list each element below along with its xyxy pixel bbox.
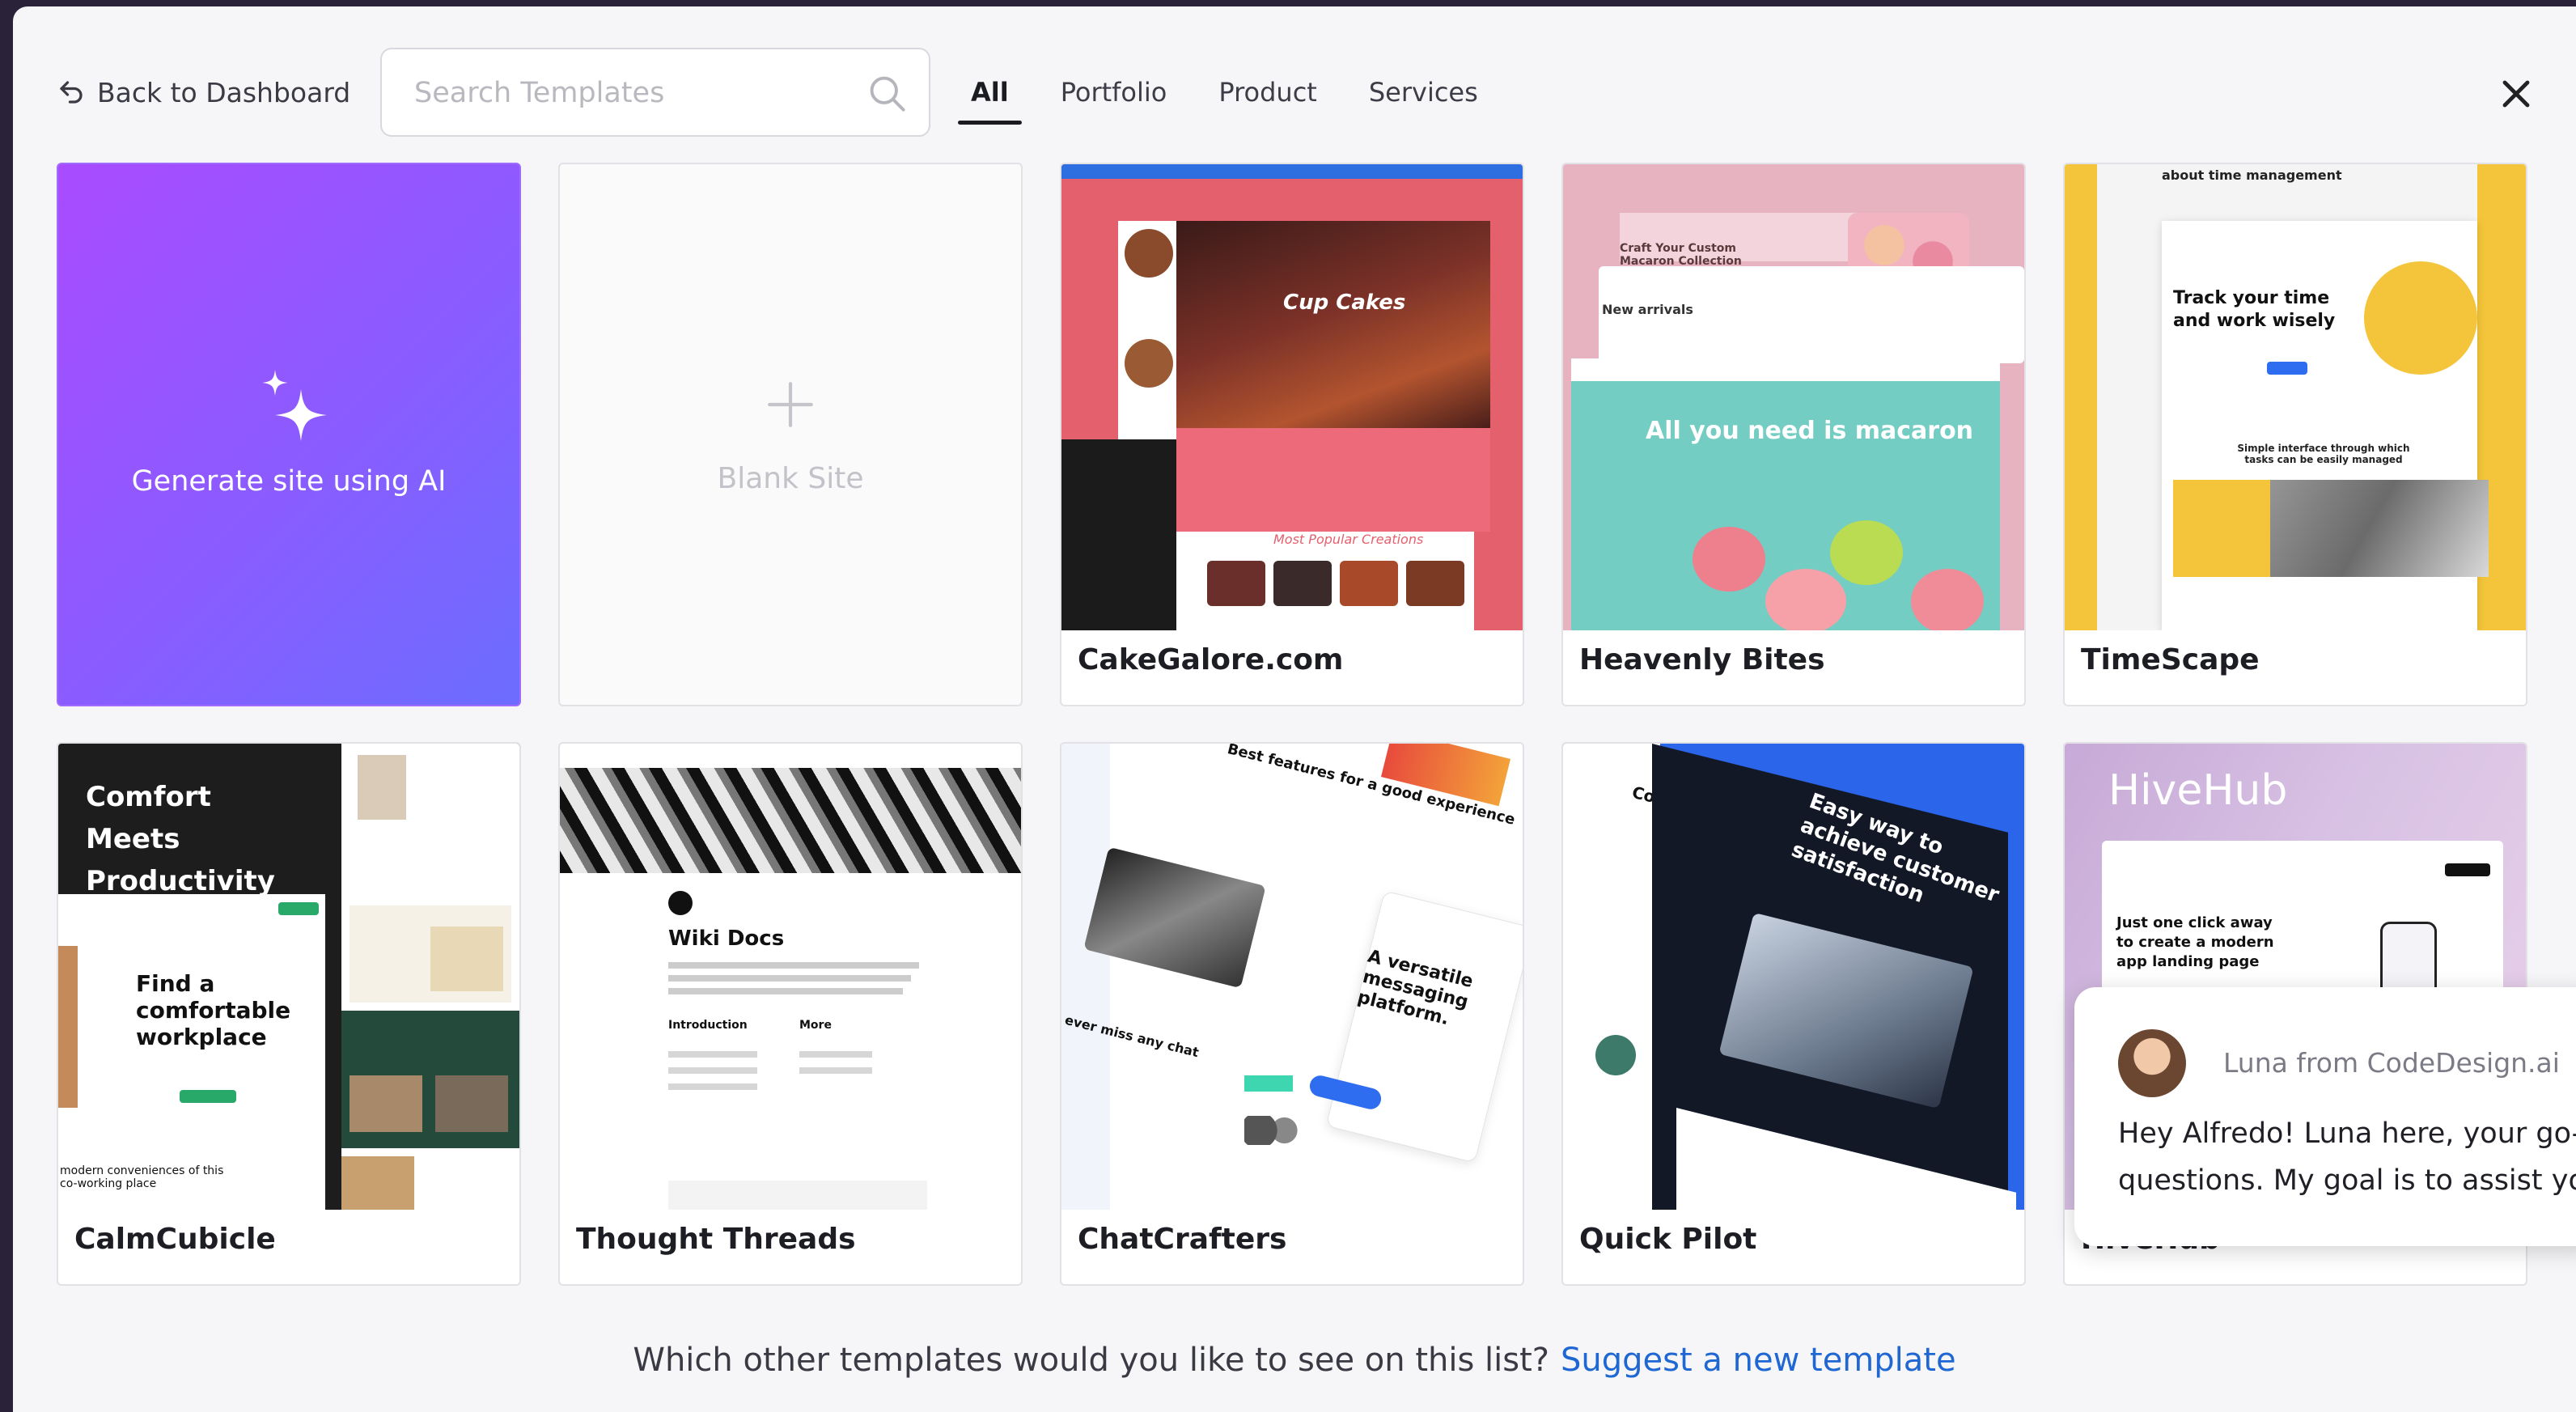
footer-question: Which other templates would you like to … (633, 1342, 1550, 1379)
chat-sender: Luna from CodeDesign.ai (2223, 1047, 2560, 1079)
thumb-caption: about time management (2162, 167, 2342, 183)
template-card-heavenly-bites[interactable]: Craft Your Custom Macaron Collection New… (1561, 163, 2026, 706)
template-picker-modal: Back to Dashboard All Portfolio Product … (13, 6, 2576, 1412)
back-to-dashboard-button[interactable]: Back to Dashboard (57, 68, 350, 117)
template-card-thought-threads[interactable]: Wiki Docs Introduction More Thought Thre… (558, 742, 1023, 1286)
template-thumbnail: Comfort Meets Productivity Find a comfor… (58, 744, 519, 1210)
template-name: CalmCubicle (74, 1223, 276, 1256)
thumb-subheading: Most Popular Creations (1273, 532, 1424, 547)
tab-services[interactable]: Services (1343, 60, 1504, 125)
search-icon (870, 76, 905, 112)
blank-site-card[interactable]: Blank Site (558, 163, 1023, 706)
template-name: TimeScape (2081, 643, 2260, 676)
chat-message-line-2: questions. My goal is to assist you (2118, 1164, 2576, 1197)
thumb-heading-2: All you need is macaron (1646, 417, 1974, 445)
sparkles-icon (262, 370, 327, 441)
generate-ai-card[interactable]: Generate site using AI (57, 163, 521, 706)
close-icon[interactable] (2497, 74, 2536, 113)
template-toolbar: Back to Dashboard All Portfolio Product … (13, 6, 2576, 160)
avatar (2118, 1029, 2186, 1097)
thumb-section-2: More (799, 1019, 832, 1032)
chat-message-line-1: Hey Alfredo! Luna here, your go-to (2118, 1117, 2576, 1150)
template-thumbnail: Contact us Easy way to achieve customer … (1563, 744, 2024, 1210)
template-name: Thought Threads (576, 1223, 856, 1256)
template-name: CakeGalore.com (1078, 643, 1344, 676)
template-card-cakegalore[interactable]: Cup Cakes Most Popular Creations CakeGal… (1060, 163, 1524, 706)
template-card-calmcubicle[interactable]: Comfort Meets Productivity Find a comfor… (57, 742, 521, 1286)
template-name: Quick Pilot (1579, 1223, 1757, 1256)
suggest-footer: Which other templates would you like to … (13, 1342, 2576, 1379)
thumb-subheading: Find a comfortable workplace (136, 970, 291, 1050)
suggest-template-link[interactable]: Suggest a new template (1561, 1342, 1956, 1379)
tab-product[interactable]: Product (1193, 60, 1343, 125)
template-thumbnail: Best features for a good experience A ve… (1061, 744, 1523, 1210)
thumb-heading: HiveHub (2108, 766, 2288, 815)
tab-portfolio[interactable]: Portfolio (1035, 60, 1193, 125)
thumb-caption: modern conveniences of this co-working p… (60, 1164, 224, 1190)
blank-site-label: Blank Site (717, 462, 864, 495)
back-label: Back to Dashboard (97, 76, 351, 108)
template-card-timescape[interactable]: about time management Track your time an… (2063, 163, 2527, 706)
search-input[interactable] (414, 69, 867, 117)
ai-card-label: Generate site using AI (131, 465, 447, 498)
category-tabs: All Portfolio Product Services (945, 60, 1504, 125)
chat-message: Hey Alfredo! Luna here, your go-to quest… (2118, 1110, 2576, 1204)
thumb-text: New arrivals (1602, 302, 1693, 317)
thumb-heading: Craft Your Custom Macaron Collection (1620, 242, 1742, 268)
thumb-section-1: Introduction (668, 1019, 748, 1032)
template-thumbnail: about time management Track your time an… (2065, 164, 2526, 630)
thumb-heading: Wiki Docs (668, 926, 785, 951)
tab-all[interactable]: All (945, 60, 1035, 125)
template-card-quick-pilot[interactable]: Contact us Easy way to achieve customer … (1561, 742, 2026, 1286)
thumb-subheading: Just one click away to create a modern a… (2116, 914, 2274, 970)
thumb-heading: Track your time and work wisely (2173, 288, 2336, 331)
template-name: Heavenly Bites (1579, 643, 1825, 676)
template-name: ChatCrafters (1078, 1223, 1287, 1256)
template-card-chatcrafters[interactable]: Best features for a good experience A ve… (1060, 742, 1524, 1286)
chat-popup[interactable]: Luna from CodeDesign.ai Hey Alfredo! Lun… (2074, 987, 2576, 1246)
search-box[interactable] (380, 48, 930, 137)
plus-icon (768, 382, 813, 427)
thumb-heading: Comfort Meets Productivity (86, 781, 275, 897)
back-arrow-icon (60, 81, 83, 104)
template-thumbnail: Craft Your Custom Macaron Collection New… (1563, 164, 2024, 630)
template-thumbnail: Cup Cakes Most Popular Creations (1061, 164, 1523, 630)
thumb-heading: Cup Cakes (1283, 290, 1406, 315)
template-thumbnail: Wiki Docs Introduction More (560, 744, 1021, 1210)
thumb-subheading: Simple interface through which tasks can… (2237, 443, 2410, 465)
